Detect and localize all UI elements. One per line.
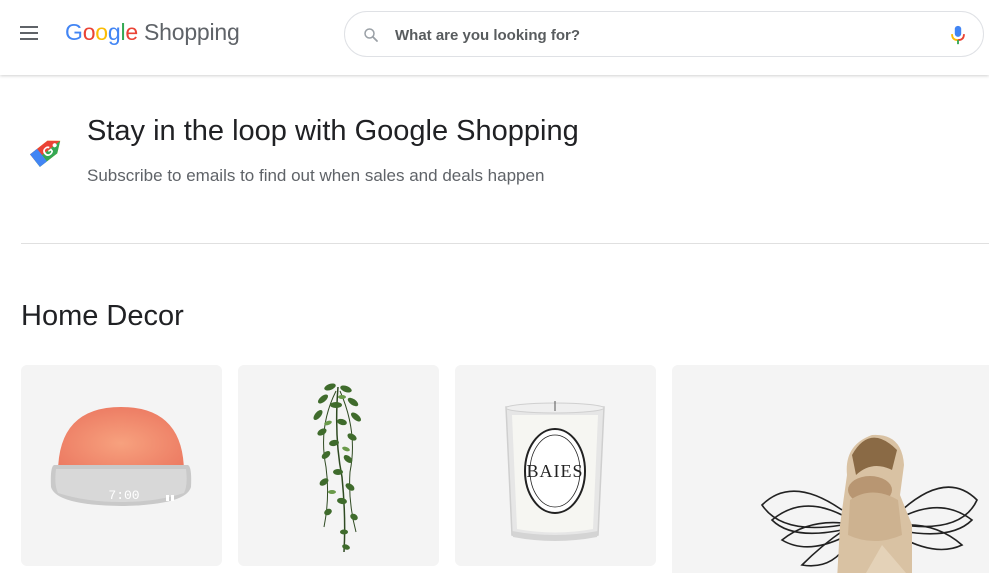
logo-product-name: Shopping — [144, 19, 240, 45]
divider — [21, 243, 989, 244]
section-title: Home Decor — [21, 300, 184, 332]
product-card-candle[interactable]: BAIES — [455, 365, 656, 566]
search-icon[interactable] — [362, 26, 380, 44]
promo-title: Stay in the loop with Google Shopping — [87, 115, 579, 147]
search-input[interactable] — [395, 20, 935, 50]
promo-subtitle: Subscribe to emails to find out when sal… — [87, 166, 545, 185]
logo-letter: G — [65, 19, 83, 45]
product-card-figurine[interactable] — [672, 365, 989, 573]
menu-line — [20, 32, 38, 34]
shopping-tag-icon: G — [30, 140, 61, 167]
product-card-alarm-clock[interactable]: 7:00 — [21, 365, 222, 566]
menu-line — [20, 26, 38, 28]
hanging-plant-image — [313, 383, 361, 553]
google-shopping-logo[interactable]: Google Shopping — [65, 19, 240, 46]
microphone-icon[interactable] — [948, 24, 968, 46]
search-box — [344, 11, 984, 57]
logo-letter: g — [107, 19, 121, 45]
logo-letter: e — [125, 19, 138, 45]
candle-image: BAIES — [505, 401, 605, 541]
figurine-image — [760, 434, 978, 573]
candle-label: BAIES — [526, 461, 583, 481]
logo-letter: o — [82, 19, 96, 45]
top-bar: Google Shopping — [0, 0, 989, 75]
alarm-clock-image: 7:00 — [50, 407, 192, 506]
clock-display: 7:00 — [108, 488, 139, 503]
menu-line — [20, 38, 38, 40]
main-menu-icon[interactable] — [16, 20, 42, 46]
product-card-hanging-plant[interactable] — [238, 365, 439, 566]
logo-letter: o — [95, 19, 108, 45]
